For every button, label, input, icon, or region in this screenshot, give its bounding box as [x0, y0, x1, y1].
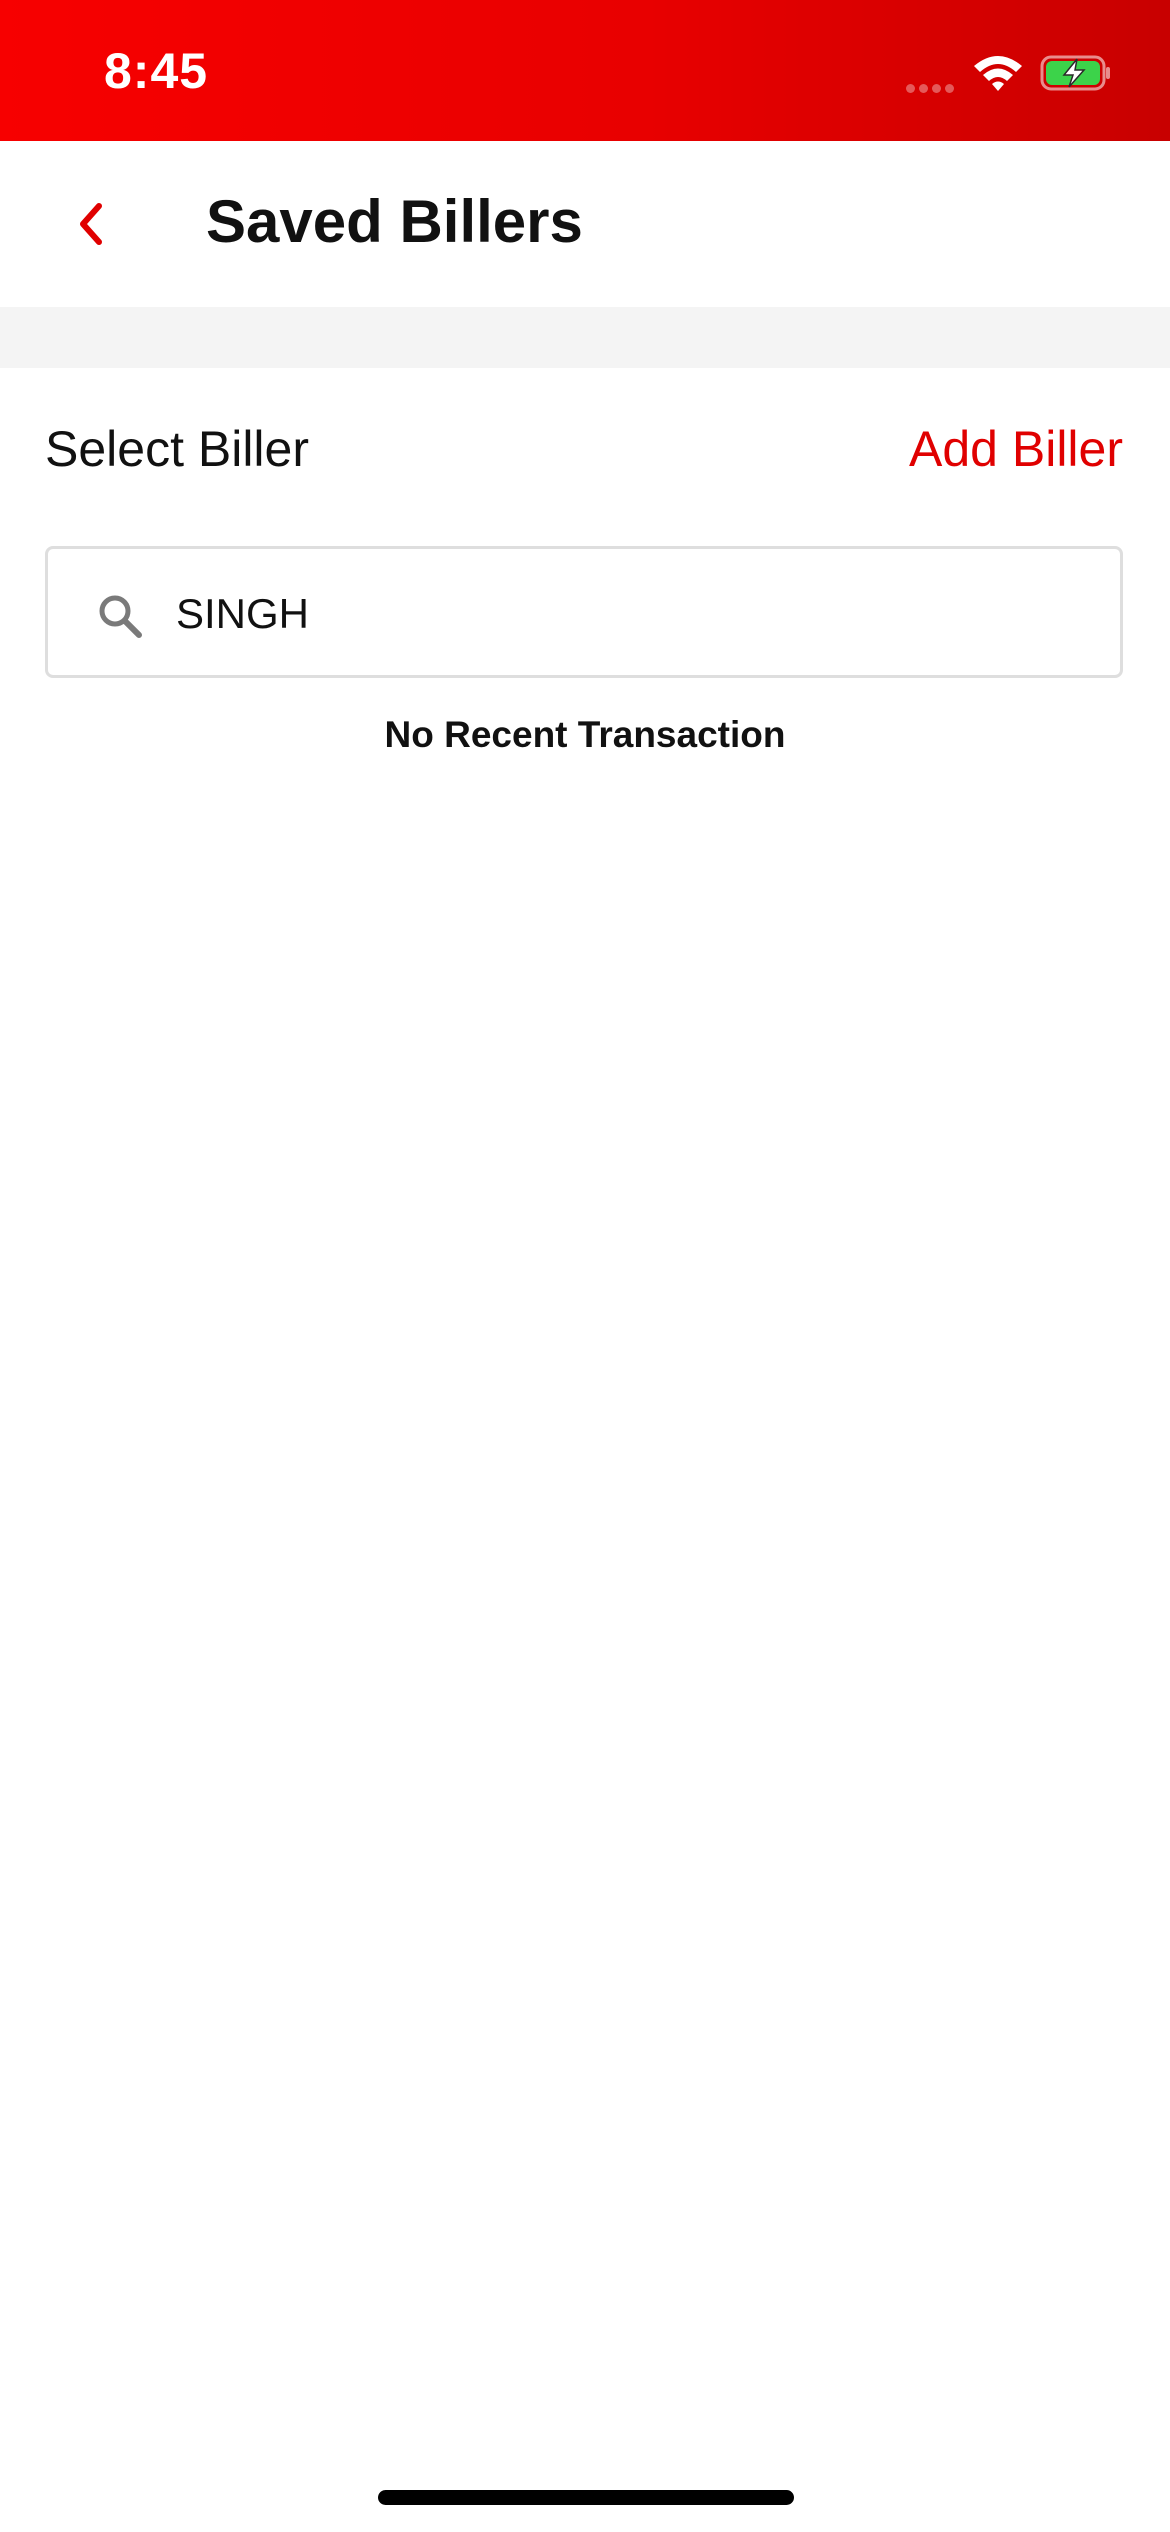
- chevron-left-icon: [80, 203, 102, 245]
- search-box[interactable]: [45, 546, 1123, 678]
- page-title: Saved Billers: [206, 188, 583, 255]
- home-indicator[interactable]: [378, 2490, 794, 2505]
- battery-charging-icon: [1040, 55, 1110, 91]
- search-icon: [99, 595, 142, 638]
- empty-state-message: No Recent Transaction: [384, 714, 786, 755]
- saved-billers-screen: 8:45 Saved Billers Select Biller Add Bil…: [0, 0, 1170, 2532]
- section-divider: [0, 307, 1170, 368]
- select-biller-label: Select Biller: [45, 421, 309, 477]
- nav-header: Saved Billers: [0, 141, 1170, 307]
- add-biller-button[interactable]: Add Biller: [909, 420, 1123, 478]
- wifi-icon: [974, 56, 1022, 91]
- back-button[interactable]: [50, 189, 130, 259]
- search-input[interactable]: [176, 579, 1076, 649]
- cellular-signal-icon: [906, 80, 964, 93]
- status-bar: 8:45: [0, 0, 1170, 141]
- status-time: 8:45: [104, 43, 209, 99]
